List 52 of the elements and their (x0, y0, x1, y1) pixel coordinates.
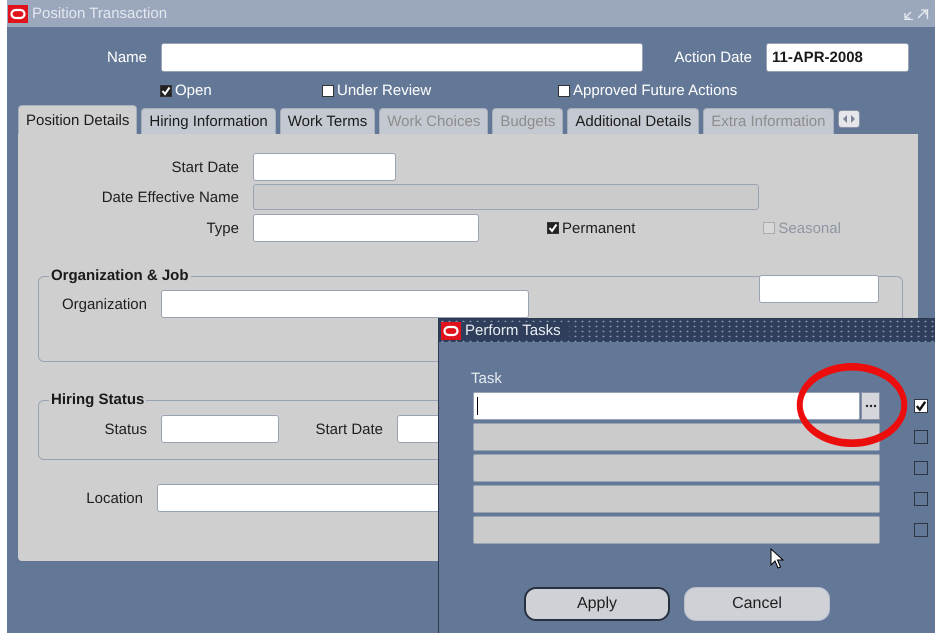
oracle-logo-icon (8, 4, 28, 22)
name-field[interactable] (161, 43, 643, 72)
enabled-checkbox[interactable] (914, 460, 928, 474)
mouse-pointer-icon (770, 548, 784, 570)
checkmark-icon (161, 86, 171, 96)
location-label: Location (85, 490, 144, 506)
oracle-logo-icon (440, 322, 462, 340)
checkmark-icon (915, 400, 927, 412)
option-checkbox[interactable]: Permanent (547, 220, 636, 236)
task-field[interactable] (473, 516, 880, 544)
enabled-checkbox[interactable] (914, 522, 928, 536)
name-label: Name (106, 49, 148, 66)
organization-label: Organization (60, 296, 148, 312)
start-date-label: Start Date (170, 158, 240, 176)
task-field[interactable] (473, 422, 880, 450)
window-title: Position Transaction (32, 5, 168, 22)
enabled-checkbox[interactable] (914, 430, 928, 444)
tab-scroll-icon[interactable] (838, 110, 860, 128)
window-controls-icon[interactable] (903, 8, 929, 20)
type-field[interactable] (253, 214, 479, 242)
tab[interactable]: Hiring Information (141, 108, 276, 134)
dialog-button[interactable]: Cancel (684, 587, 830, 621)
status-checkbox[interactable]: Open (160, 82, 212, 99)
type-label: Type (205, 220, 240, 236)
dialog-button[interactable]: Apply (524, 587, 670, 621)
enabled-checkbox[interactable] (914, 398, 928, 412)
status-checkbox[interactable]: Under Review (322, 82, 432, 99)
status-label: Status (103, 420, 148, 438)
group-title: Organization & Job (49, 267, 191, 284)
dialog-title: Perform Tasks (462, 322, 569, 339)
start-date-field[interactable] (253, 153, 396, 181)
tab[interactable]: Additional Details (567, 108, 700, 134)
tab[interactable]: Work Terms (280, 108, 376, 134)
list-of-values-button[interactable] (861, 392, 880, 420)
task-column-header: Task (471, 370, 503, 387)
task-field[interactable] (473, 484, 880, 512)
status-field[interactable] (161, 415, 279, 443)
start-date-label: Start Date (314, 420, 384, 438)
group-title: Hiring Status (49, 391, 146, 408)
text-cursor (477, 396, 478, 414)
action-date-field[interactable]: 11-APR-2008 (766, 43, 909, 72)
ellipsis-icon (864, 404, 876, 408)
date-effective-name-label: Date Effective Name (100, 188, 240, 206)
tab[interactable]: Position Details (18, 105, 138, 134)
end-date-field[interactable] (759, 275, 879, 303)
status-checkbox[interactable]: Approved Future Actions (558, 82, 738, 99)
action-date-label: Action Date (673, 49, 753, 66)
task-field[interactable] (473, 392, 860, 420)
enabled-checkbox[interactable] (914, 492, 928, 506)
task-field[interactable] (473, 454, 880, 482)
checkmark-icon (548, 223, 558, 233)
organization-field[interactable] (161, 290, 529, 318)
